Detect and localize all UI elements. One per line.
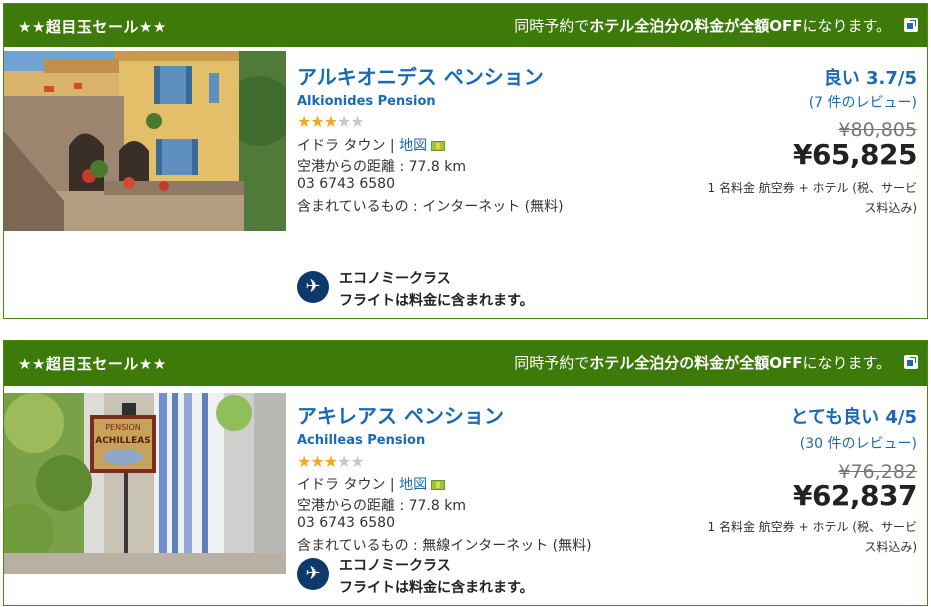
phone-number: 03 6743 6580 [297, 176, 395, 192]
star-icon: ★ [350, 452, 364, 471]
sale-banner-message: 同時予約でホテル全泊分の料金が全額OFFになります。 [514, 17, 891, 35]
map-icon[interactable] [431, 141, 446, 151]
hotel-name-link[interactable]: アルキオニデス ペンション [297, 61, 544, 90]
airplane-icon: ✈ [297, 271, 329, 303]
hotel-name-english: Alkionides Pension [297, 94, 436, 109]
price-note: 1 名料金 航空券 + ホテル (税、サービス料込み) [707, 181, 917, 215]
map-icon[interactable] [431, 480, 446, 490]
star-icon: ★ [337, 112, 351, 131]
guest-rating: とても良い 4/5 [790, 407, 917, 428]
price-note: 1 名料金 航空券 + ホテル (税、サービス料込み) [707, 520, 917, 554]
star-icon: ★ [297, 112, 311, 131]
included-amenities: 含まれているもの : 無線インターネット (無料) [297, 538, 592, 554]
location-text: イドラ タウン [297, 477, 386, 493]
guest-rating: 良い 3.7/5 [823, 68, 917, 89]
map-link[interactable]: 地図 [399, 138, 427, 154]
phone-number: 03 6743 6580 [297, 515, 395, 531]
info-popup-icon[interactable] [904, 355, 918, 369]
reviews-link[interactable]: (7 件のレビュー) [809, 92, 917, 112]
airport-distance: 空港からの距離 : 77.8 km [297, 498, 466, 514]
star-icon: ★ [350, 112, 364, 131]
sale-banner: ★★超目玉セール★★ 同時予約でホテル全泊分の料金が全額OFFになります。 [4, 4, 927, 47]
star-rating: ★★★★★ [297, 452, 365, 471]
hotel-photo[interactable] [4, 51, 286, 231]
sale-price: ¥62,837 [792, 479, 918, 512]
sale-banner: ★★超目玉セール★★ 同時予約でホテル全泊分の料金が全額OFFになります。 [4, 341, 927, 386]
sale-banner-title: ★★超目玉セール★★ [18, 18, 167, 36]
star-icon: ★ [297, 452, 311, 471]
star-icon: ★ [310, 452, 324, 471]
sale-banner-title: ★★超目玉セール★★ [18, 355, 167, 373]
flight-included-note: フライトは料金に含まれます。 [339, 580, 534, 596]
star-icon: ★ [337, 452, 351, 471]
star-icon: ★ [323, 112, 338, 131]
pension-sign-name: ACHILLEAS [95, 436, 151, 446]
included-amenities: 含まれているもの : インターネット (無料) [297, 199, 564, 215]
info-popup-icon[interactable] [904, 18, 918, 32]
hotel-name-link[interactable]: アキレアス ペンション [297, 400, 504, 429]
hotel-name-english: Achilleas Pension [297, 433, 426, 448]
hotel-card: ★★超目玉セール★★ 同時予約でホテル全泊分の料金が全額OFFになります。 PE… [3, 340, 928, 606]
location-line: イドラ タウン | 地図 [297, 474, 446, 494]
airplane-icon: ✈ [297, 558, 329, 590]
airport-distance: 空港からの距離 : 77.8 km [297, 159, 466, 175]
star-icon: ★ [310, 112, 324, 131]
pension-sign-top: PENSION [105, 423, 141, 432]
location-text: イドラ タウン [297, 138, 386, 154]
star-icon: ★ [323, 452, 338, 471]
location-line: イドラ タウン | 地図 [297, 135, 446, 155]
reviews-link[interactable]: (30 件のレビュー) [800, 433, 917, 453]
hotel-photo[interactable]: PENSION ACHILLEAS [4, 393, 286, 574]
hotel-card: ★★超目玉セール★★ 同時予約でホテル全泊分の料金が全額OFFになります。 アル… [3, 3, 928, 319]
sale-price: ¥65,825 [792, 138, 918, 171]
flight-included-note: フライトは料金に含まれます。 [339, 293, 534, 309]
flight-class: エコノミークラス [339, 271, 451, 287]
sale-banner-message: 同時予約でホテル全泊分の料金が全額OFFになります。 [514, 354, 891, 372]
star-rating: ★★★★★ [297, 112, 365, 131]
flight-class: エコノミークラス [339, 558, 451, 574]
map-link[interactable]: 地図 [399, 477, 427, 493]
